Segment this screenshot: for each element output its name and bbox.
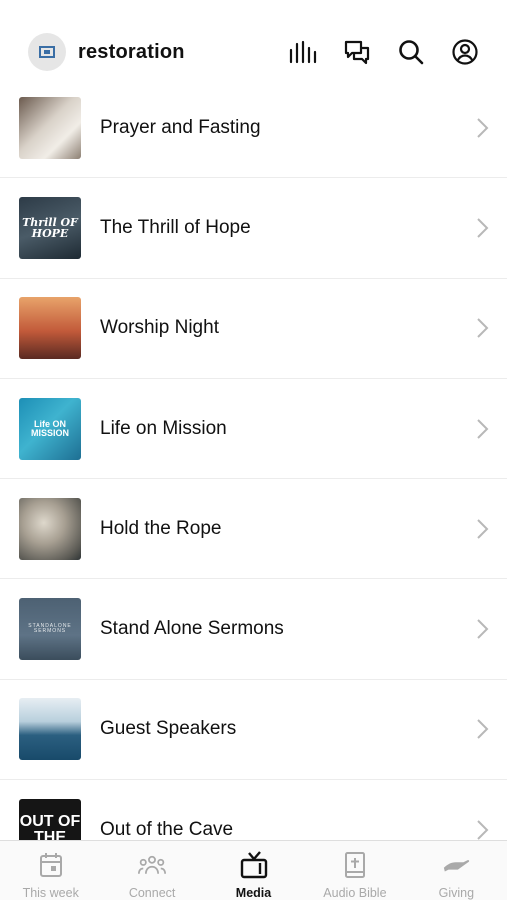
list-item[interactable]: Hold the Rope xyxy=(0,479,507,580)
item-title: Guest Speakers xyxy=(100,718,237,740)
org-name: restoration xyxy=(78,40,185,63)
thumbnail-image xyxy=(19,497,81,560)
thumbnail-image xyxy=(19,96,81,159)
media-list: Prayer and Fasting Thrill OF HOPE The Th… xyxy=(0,78,507,840)
thumbnail-image: Life ON MISSION xyxy=(19,397,81,460)
list-item[interactable]: OUT OF THE Out of the Cave xyxy=(0,780,507,840)
item-title: Hold the Rope xyxy=(100,517,222,539)
tab-this-week[interactable]: This week xyxy=(0,841,101,900)
tab-label: Audio Bible xyxy=(323,886,387,900)
list-item[interactable]: Prayer and Fasting xyxy=(0,78,507,179)
tab-media[interactable]: Media xyxy=(203,841,304,900)
tab-bar: This week Connect Media Audio Bible Givi… xyxy=(0,840,507,900)
chevron-right-icon xyxy=(477,318,489,338)
chevron-right-icon xyxy=(477,218,489,238)
audio-bars-icon[interactable] xyxy=(287,36,319,68)
tab-giving[interactable]: Giving xyxy=(406,841,507,900)
thumbnail-image: OUT OF THE xyxy=(19,798,81,840)
chevron-right-icon xyxy=(477,418,489,439)
thumbnail-image: STANDALONE SERMONS xyxy=(19,598,81,661)
list-item[interactable]: Worship Night xyxy=(0,278,507,379)
tab-connect[interactable]: Connect xyxy=(101,841,202,900)
thumbnail-image xyxy=(19,297,81,360)
item-title: Worship Night xyxy=(100,317,219,339)
org-logo[interactable] xyxy=(28,33,66,71)
header-actions xyxy=(287,36,481,68)
bible-icon xyxy=(341,851,369,879)
tab-label: Connect xyxy=(128,886,176,900)
tab-label: Media xyxy=(235,886,272,900)
item-title: Out of the Cave xyxy=(100,818,234,840)
tab-audio-bible[interactable]: Audio Bible xyxy=(304,841,405,900)
giving-hand-icon xyxy=(442,851,470,879)
search-icon[interactable] xyxy=(395,36,427,68)
list-item[interactable]: STANDALONE SERMONS Stand Alone Sermons xyxy=(0,579,507,680)
chevron-right-icon xyxy=(477,719,489,740)
status-bar xyxy=(0,0,507,22)
thumbnail-image xyxy=(19,698,81,761)
item-title: Stand Alone Sermons xyxy=(100,618,284,640)
item-title: The Thrill of Hope xyxy=(100,216,251,238)
app-header: restoration xyxy=(0,22,507,82)
group-icon xyxy=(138,851,167,879)
list-item[interactable]: Guest Speakers xyxy=(0,679,507,781)
calendar-icon xyxy=(37,851,65,879)
item-title: Life on Mission xyxy=(100,417,227,439)
chat-bubbles-icon[interactable] xyxy=(341,36,373,68)
chevron-right-icon xyxy=(477,820,489,840)
tab-label: This week xyxy=(22,886,79,900)
profile-icon[interactable] xyxy=(449,36,481,68)
chevron-right-icon xyxy=(477,117,489,138)
list-item[interactable]: Life ON MISSION Life on Mission xyxy=(0,378,507,480)
item-title: Prayer and Fasting xyxy=(100,116,261,138)
tv-icon xyxy=(240,851,268,879)
chevron-right-icon xyxy=(477,619,489,639)
chevron-right-icon xyxy=(477,519,489,539)
list-item[interactable]: Thrill OF HOPE The Thrill of Hope xyxy=(0,178,507,279)
thumbnail-image: Thrill OF HOPE xyxy=(19,196,81,259)
tab-label: Giving xyxy=(438,886,475,900)
